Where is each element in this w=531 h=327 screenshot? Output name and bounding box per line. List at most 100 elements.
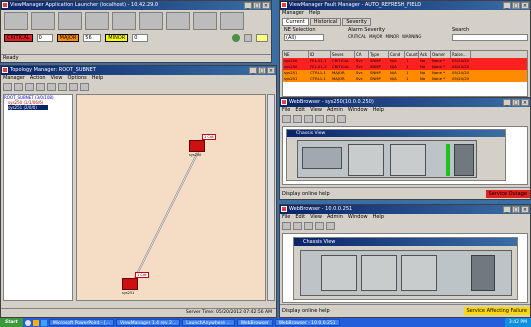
taskbar-item[interactable]: WebBrowser - 10.0.0.251: [274, 319, 340, 326]
tab-severity[interactable]: Severity: [342, 18, 371, 26]
forward-icon[interactable]: [293, 222, 302, 230]
help-icon[interactable]: [256, 33, 268, 42]
fault-title-bar[interactable]: ViewManager Fault Manager - AUTO_REFRESH…: [280, 1, 530, 10]
refresh-icon[interactable]: [80, 83, 89, 91]
maximize-button[interactable]: □: [512, 2, 520, 9]
menu-view[interactable]: View: [310, 214, 322, 221]
list-icon[interactable]: [14, 83, 23, 91]
chassis-graphic[interactable]: [300, 250, 512, 296]
truck-icon[interactable]: [166, 12, 190, 30]
chassis-card[interactable]: [348, 144, 384, 176]
column-header[interactable]: Owner: [431, 51, 451, 58]
search-input[interactable]: [452, 34, 528, 41]
chassis-graphic[interactable]: [297, 140, 477, 178]
severity-warning-checkbox[interactable]: WARNING: [402, 34, 422, 39]
up-icon[interactable]: [36, 83, 45, 91]
minimize-button[interactable]: _: [503, 206, 511, 213]
forward-icon[interactable]: [293, 115, 302, 123]
severity-minor-checkbox[interactable]: MINOR: [385, 34, 399, 39]
pan-icon[interactable]: [58, 83, 67, 91]
menu-window[interactable]: Window: [348, 214, 368, 221]
refresh-icon[interactable]: [232, 33, 240, 42]
tree-item-sys251[interactable]: sys251 (2/0/0): [8, 105, 48, 110]
column-header[interactable]: ID: [309, 51, 331, 58]
menu-help[interactable]: Help: [92, 75, 103, 82]
taskbar-item[interactable]: WebBrowser: [236, 319, 273, 326]
alarm-icon[interactable]: [58, 12, 82, 30]
quick-launch-icon[interactable]: [32, 319, 39, 326]
menu-help[interactable]: Help: [373, 107, 384, 114]
menu-view[interactable]: View: [51, 75, 63, 82]
vertical-scrollbar[interactable]: [267, 94, 275, 301]
history-icon[interactable]: [85, 12, 109, 30]
quick-launch-icon[interactable]: [24, 319, 31, 326]
menu-help[interactable]: Help: [373, 214, 384, 221]
map-icon[interactable]: [31, 12, 55, 30]
taskbar-item[interactable]: Microsoft PowerPoint - [...: [48, 319, 115, 326]
close-button[interactable]: ×: [267, 67, 275, 74]
menu-manager[interactable]: Manager: [282, 10, 304, 17]
zoom-icon[interactable]: [47, 83, 56, 91]
chassis-card[interactable]: [321, 255, 357, 291]
home-icon[interactable]: [304, 115, 313, 123]
node-sys250[interactable]: [189, 140, 205, 152]
map-canvas[interactable]: 1 Crit sys250 1 Crit sys251: [76, 94, 266, 301]
maximize-button[interactable]: □: [253, 2, 261, 9]
sound-icon[interactable]: [244, 33, 252, 42]
maximize-button[interactable]: □: [512, 206, 520, 213]
chassis-card[interactable]: [302, 147, 342, 169]
webbrowser2-title-bar[interactable]: WebBrowser - 10.0.0.251 _ □ ×: [280, 205, 530, 214]
ne-selection-select[interactable]: (All): [284, 34, 324, 41]
tab-current[interactable]: Current: [282, 18, 309, 26]
chassis-card[interactable]: [390, 144, 426, 176]
menu-file[interactable]: File: [282, 107, 290, 114]
maximize-button[interactable]: □: [512, 99, 520, 106]
column-header[interactable]: Count: [405, 51, 419, 58]
menu-view[interactable]: View: [310, 107, 322, 114]
column-header[interactable]: Cond: [389, 51, 405, 58]
refresh-icon[interactable]: [326, 115, 335, 123]
tab-historical[interactable]: Historical: [309, 18, 342, 26]
column-header[interactable]: Type: [369, 51, 389, 58]
start-button[interactable]: Start: [0, 318, 23, 327]
back-icon[interactable]: [282, 115, 291, 123]
column-header[interactable]: Ack: [419, 51, 431, 58]
back-icon[interactable]: [282, 222, 291, 230]
report-icon[interactable]: [112, 12, 136, 30]
arrow-icon[interactable]: [25, 83, 34, 91]
severity-major-checkbox[interactable]: MAJOR: [369, 34, 382, 39]
settings-icon[interactable]: [220, 12, 244, 30]
close-button[interactable]: ×: [521, 99, 529, 106]
menu-action[interactable]: Action: [30, 75, 46, 82]
chassis-card[interactable]: [401, 255, 437, 291]
home-icon[interactable]: [304, 222, 313, 230]
menu-options[interactable]: Options: [67, 75, 86, 82]
taskbar-item[interactable]: LaunchAnywhere ...: [182, 319, 235, 326]
close-button[interactable]: ×: [262, 2, 270, 9]
menu-help[interactable]: Help: [309, 10, 320, 17]
help-icon[interactable]: [337, 115, 346, 123]
taskbar-item[interactable]: ViewManager 1.4 rev 2...: [116, 319, 181, 326]
webbrowser1-title-bar[interactable]: WebBrowser - sys250(10.0.0.250) _ □ ×: [280, 98, 530, 107]
refresh-icon[interactable]: [326, 222, 335, 230]
chassis-card[interactable]: [454, 144, 474, 176]
column-header[interactable]: Raise...: [451, 51, 471, 58]
topology-title-bar[interactable]: Topology Manager: ROOT_SUBNET _ □ ×: [1, 66, 276, 75]
severity-critical-checkbox[interactable]: CRITICAL: [348, 34, 366, 39]
minimize-button[interactable]: _: [503, 99, 511, 106]
menu-file[interactable]: File: [282, 214, 290, 221]
building-icon[interactable]: [139, 12, 163, 30]
minimize-button[interactable]: _: [244, 2, 252, 9]
grid-icon[interactable]: [3, 83, 12, 91]
minimize-button[interactable]: _: [503, 2, 511, 9]
menu-admin[interactable]: Admin: [327, 214, 343, 221]
maximize-button[interactable]: □: [258, 67, 266, 74]
column-header[interactable]: CA: [355, 51, 369, 58]
menu-manager[interactable]: Manager: [3, 75, 25, 82]
chassis-card[interactable]: [361, 255, 397, 291]
menu-window[interactable]: Window: [348, 107, 368, 114]
column-header[interactable]: NE: [283, 51, 309, 58]
menu-admin[interactable]: Admin: [327, 107, 343, 114]
quick-launch-icon[interactable]: [40, 319, 47, 326]
column-header[interactable]: Sever.: [331, 51, 355, 58]
